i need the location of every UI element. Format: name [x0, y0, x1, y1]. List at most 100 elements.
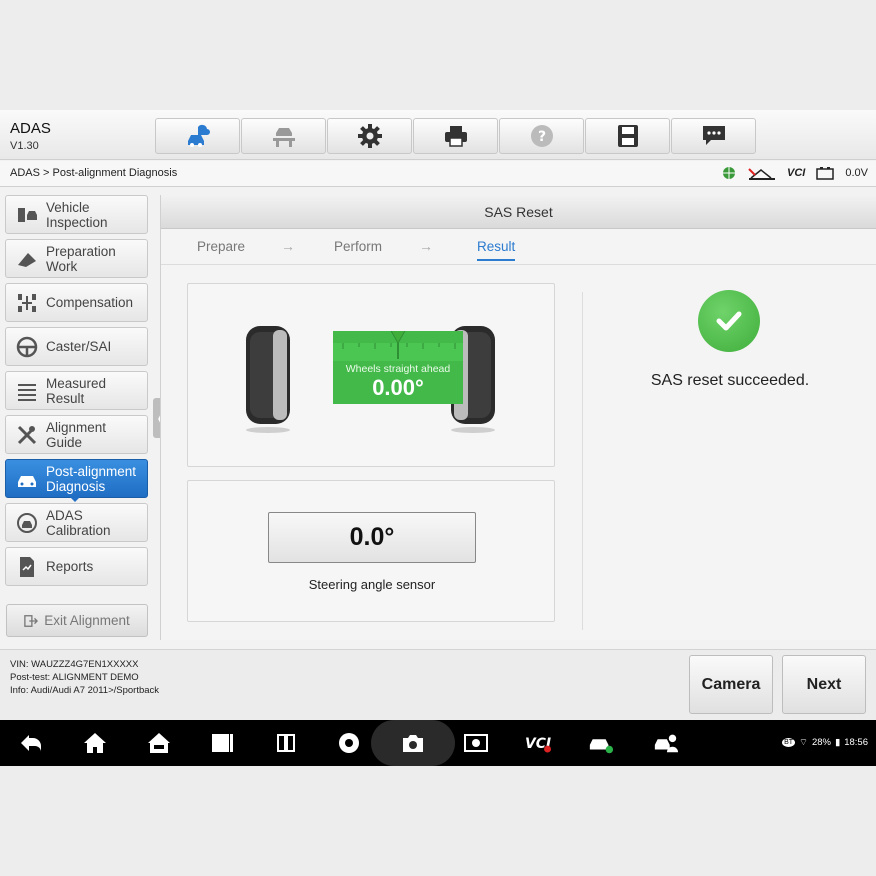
- sensor-value: 0.0°: [268, 512, 476, 563]
- wheels-panel: Wheels straight ahead 0.00°: [187, 283, 555, 467]
- straight-ahead-gauge: Wheels straight ahead 0.00°: [333, 331, 463, 404]
- wifi-icon: ⌔: [799, 737, 808, 748]
- back-icon[interactable]: [18, 730, 46, 756]
- success-check-icon: [698, 290, 760, 352]
- toolbar: ?: [155, 118, 757, 154]
- result-message: SAS reset succeeded.: [650, 372, 810, 389]
- footer: VIN: WAUZZZ4G7EN1XXXXX Post-test: ALIGNM…: [0, 649, 876, 720]
- step-indicator: Prepare → Perform → Result: [161, 229, 876, 265]
- sidebar-item-label: Measured Result: [46, 375, 107, 406]
- report-icon: [14, 554, 40, 580]
- sidebar-item-caster-sai[interactable]: Caster/SAI: [5, 327, 148, 366]
- gauge-value: 0.00°: [372, 375, 424, 400]
- sidebar-item-label: Compensation: [46, 295, 134, 310]
- sidebar-item-preparation-work[interactable]: Preparation Work: [5, 239, 148, 278]
- sensor-label: Steering angle sensor: [308, 577, 436, 592]
- remote-expert-icon[interactable]: [652, 730, 680, 756]
- sidebar-item-label: Vehicle Inspection: [46, 199, 108, 230]
- sidebar-item-measured-result[interactable]: Measured Result: [5, 371, 148, 410]
- sidebar-item-vehicle-inspection[interactable]: Vehicle Inspection: [5, 195, 148, 234]
- gear-icon: [357, 124, 382, 148]
- car-lift-icon: [272, 128, 295, 147]
- adas-app-window: ADAS V1.30 ? ADAS > Post-alignment Diagn…: [0, 110, 876, 720]
- car-cloud-icon: [187, 124, 210, 147]
- brightness-icon[interactable]: [462, 730, 490, 756]
- divider: [582, 292, 583, 630]
- system-status: BT ⌔ 28% ▮ 18:56: [782, 737, 868, 748]
- page-title: SAS Reset: [161, 195, 876, 229]
- sidebar-item-label: Preparation Work: [46, 243, 116, 274]
- system-navbar: VCI BT ⌔ 28% ▮ 18:56: [0, 720, 876, 766]
- toolbar-help-button[interactable]: ?: [499, 118, 584, 154]
- bluetooth-icon: BT: [782, 738, 796, 747]
- status-icons: VCI 0.0V: [721, 165, 868, 181]
- header: ADAS V1.30 ?: [0, 110, 876, 160]
- sidebar: Vehicle Inspection Preparation Work Comp…: [5, 195, 149, 591]
- sidebar-item-reports[interactable]: Reports: [5, 547, 148, 586]
- tools-icon: [14, 422, 40, 448]
- exit-alignment-button[interactable]: Exit Alignment: [6, 604, 148, 637]
- toolbar-print-button[interactable]: [413, 118, 498, 154]
- post-test-text: Post-test: ALIGNMENT DEMO: [10, 672, 139, 683]
- step-perform: Perform: [334, 239, 383, 254]
- network-globe-icon: [723, 167, 736, 179]
- arrow-right-icon: →: [281, 238, 295, 254]
- toolbar-lift-button[interactable]: [241, 118, 326, 154]
- step-result: Result: [477, 239, 516, 261]
- clock: 18:56: [844, 737, 868, 748]
- sidebar-item-label: Post-alignment Diagnosis: [46, 463, 137, 494]
- sidebar-item-post-alignment-diagnosis[interactable]: Post-alignment Diagnosis: [5, 459, 148, 502]
- toolbar-save-button[interactable]: [585, 118, 670, 154]
- next-button[interactable]: Next: [782, 655, 866, 714]
- message-icon: [702, 126, 725, 145]
- main-panel: SAS Reset Prepare → Perform → Result Whe…: [160, 195, 876, 640]
- car-icon: [14, 466, 40, 492]
- camera-button[interactable]: Camera: [689, 655, 773, 714]
- recent-apps-icon[interactable]: [208, 730, 236, 756]
- vehicle-connect-icon[interactable]: [587, 730, 615, 756]
- vehicle-inspection-icon: [14, 202, 40, 228]
- home-icon[interactable]: [81, 730, 109, 756]
- battery-icon: [816, 167, 835, 180]
- browser-icon[interactable]: [335, 730, 363, 756]
- battery-percent: 28%: [811, 737, 831, 748]
- voltage-reading: 0.0V: [845, 167, 868, 179]
- left-tire-icon: [246, 326, 290, 433]
- toolbar-settings-button[interactable]: [327, 118, 412, 154]
- list-icon: [14, 378, 40, 404]
- vci-icon[interactable]: VCI: [524, 730, 552, 756]
- adas-icon: [14, 510, 40, 536]
- steering-wheel-icon: [14, 334, 40, 360]
- breadcrumb: ADAS > Post-alignment Diagnosis: [10, 167, 178, 179]
- preparation-icon: [14, 246, 40, 272]
- toolbar-home-button[interactable]: [155, 118, 240, 154]
- exit-alignment-label: Exit Alignment: [44, 613, 130, 628]
- help-icon: ?: [530, 125, 553, 147]
- sidebar-item-adas-calibration[interactable]: ADAS Calibration: [5, 503, 148, 542]
- compensation-icon: [14, 290, 40, 316]
- gauge-scale-icon: [333, 331, 463, 361]
- sensor-panel: 0.0° Steering angle sensor: [187, 480, 555, 622]
- step-prepare: Prepare: [197, 239, 246, 254]
- exit-icon: [24, 614, 39, 627]
- toolbar-feedback-button[interactable]: [671, 118, 756, 154]
- sidebar-item-alignment-guide[interactable]: Alignment Guide: [5, 415, 148, 454]
- save-icon: [617, 125, 638, 147]
- vehicle-info: VIN: WAUZZZ4G7EN1XXXXX Post-test: ALIGNM…: [10, 658, 159, 697]
- sidebar-item-label: ADAS Calibration: [46, 507, 111, 538]
- vci-status: VCI: [787, 167, 806, 179]
- sidebar-item-label: Reports: [46, 559, 94, 574]
- app-title: ADAS: [10, 120, 51, 137]
- sidebar-item-compensation[interactable]: Compensation: [5, 283, 148, 322]
- vin-text: VIN: WAUZZZ4G7EN1XXXXX: [10, 659, 139, 670]
- sidebar-item-label: Caster/SAI: [46, 339, 112, 354]
- vehicle-menu-icon[interactable]: [145, 730, 173, 756]
- sidebar-item-label: Alignment Guide: [46, 419, 107, 450]
- app-version: V1.30: [10, 140, 39, 152]
- vehicle-info-text: Info: Audi/Audi A7 2011>/Sportback: [10, 685, 160, 696]
- breadcrumb-bar: ADAS > Post-alignment Diagnosis VCI 0.0V: [0, 161, 876, 187]
- camera-icon[interactable]: [399, 730, 427, 756]
- printer-icon: [444, 126, 467, 147]
- battery-status-icon: ▮: [834, 737, 841, 748]
- split-screen-icon[interactable]: [272, 730, 300, 756]
